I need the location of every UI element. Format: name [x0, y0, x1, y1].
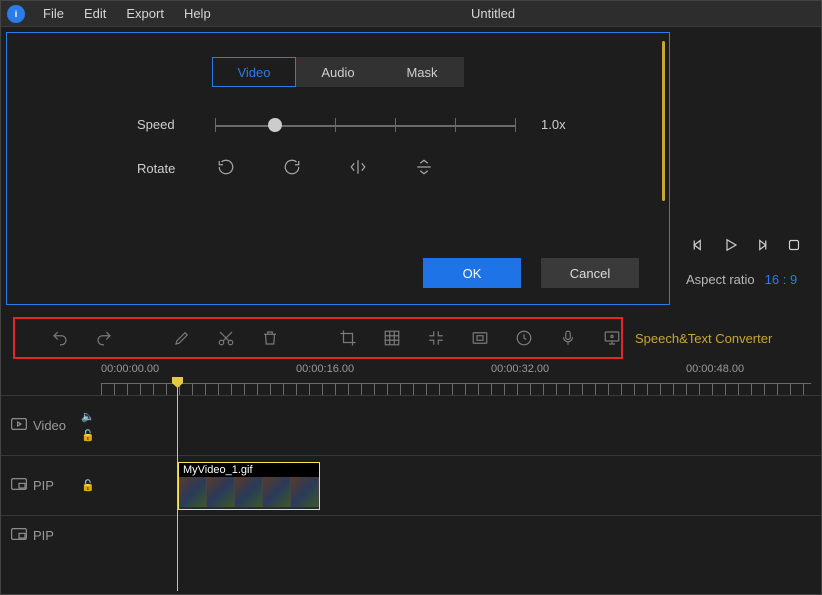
track-video: Video 🔈 🔓	[1, 395, 821, 455]
track-pip: PIP 🔓 MyVideo_1.gif	[1, 455, 821, 515]
mosaic-icon[interactable]	[383, 329, 401, 347]
track-type-video-icon	[11, 418, 27, 433]
stop-icon[interactable]	[785, 236, 803, 257]
clip-name: MyVideo_1.gif	[179, 463, 319, 477]
speed-slider[interactable]	[215, 118, 515, 132]
speed-label: Speed	[137, 117, 197, 132]
tab-video[interactable]: Video	[212, 57, 296, 87]
track-label: PIP	[33, 528, 54, 543]
transport-controls	[680, 236, 811, 257]
menubar: i File Edit Export Help Untitled	[1, 1, 821, 27]
speech-text-converter-link[interactable]: Speech&Text Converter	[635, 331, 772, 346]
track-type-pip-icon	[11, 478, 27, 493]
panel-scrollbar[interactable]	[662, 41, 665, 201]
aspect-ratio-label: Aspect ratio	[686, 272, 755, 287]
undo-icon[interactable]	[51, 329, 69, 347]
timecode-label: 00:00:32.00	[491, 363, 549, 375]
speed-row: Speed 1.0x	[137, 117, 569, 132]
clip-settings-panel: Video Audio Mask Speed 1.0x	[6, 32, 670, 305]
edit-icon[interactable]	[173, 329, 191, 347]
menu-edit[interactable]: Edit	[74, 1, 116, 27]
playhead[interactable]	[177, 377, 178, 591]
record-screen-icon[interactable]	[603, 329, 621, 347]
lock-icon[interactable]: 🔓	[81, 429, 101, 442]
rotate-label: Rotate	[137, 161, 197, 176]
cut-icon[interactable]	[217, 329, 235, 347]
aspect-ratio-value[interactable]: 16 : 9	[765, 272, 798, 287]
tab-audio[interactable]: Audio	[296, 57, 380, 87]
play-icon[interactable]	[721, 236, 739, 257]
app-logo-icon: i	[7, 5, 25, 23]
menu-export[interactable]: Export	[116, 1, 174, 27]
prev-frame-icon[interactable]	[689, 236, 707, 257]
frame-icon[interactable]	[471, 329, 489, 347]
redo-icon[interactable]	[95, 329, 113, 347]
crop-icon[interactable]	[339, 329, 357, 347]
speed-value: 1.0x	[541, 117, 566, 132]
rotate-row: Rotate	[137, 158, 569, 179]
rotate-cw-icon[interactable]	[283, 158, 301, 179]
rotate-ccw-icon[interactable]	[217, 158, 235, 179]
menu-file[interactable]: File	[33, 1, 74, 27]
clip-thumbnails	[179, 477, 319, 507]
preview-panel: Aspect ratio 16 : 9	[670, 27, 821, 307]
next-frame-icon[interactable]	[753, 236, 771, 257]
track-label: Video	[33, 418, 66, 433]
tab-mask[interactable]: Mask	[380, 57, 464, 87]
flip-horizontal-icon[interactable]	[349, 158, 367, 179]
lock-icon[interactable]: 🔓	[81, 479, 101, 492]
track-label: PIP	[33, 478, 54, 493]
menu-help[interactable]: Help	[174, 1, 221, 27]
timeline-toolbar	[13, 317, 623, 359]
timecode-label: 00:00:48.00	[686, 363, 744, 375]
timeline-ruler[interactable]: 00:00:00.00 00:00:16.00 00:00:32.00 00:0…	[1, 359, 821, 395]
speed-thumb[interactable]	[268, 118, 282, 132]
delete-icon[interactable]	[261, 329, 279, 347]
flip-vertical-icon[interactable]	[415, 158, 433, 179]
track-type-pip-icon	[11, 528, 27, 543]
timeline-clip[interactable]: MyVideo_1.gif	[178, 462, 320, 510]
grid-icon[interactable]	[427, 329, 445, 347]
cancel-button[interactable]: Cancel	[541, 258, 639, 288]
settings-tabs: Video Audio Mask	[7, 57, 669, 87]
document-title: Untitled	[471, 6, 515, 21]
voiceover-icon[interactable]	[559, 329, 577, 347]
mute-icon[interactable]: 🔈	[81, 410, 101, 423]
track-pip: PIP	[1, 515, 821, 555]
timecode-label: 00:00:16.00	[296, 363, 354, 375]
aspect-ratio-row: Aspect ratio 16 : 9	[680, 272, 811, 287]
timecode-label: 00:00:00.00	[101, 363, 159, 375]
ok-button[interactable]: OK	[423, 258, 521, 288]
duration-icon[interactable]	[515, 329, 533, 347]
